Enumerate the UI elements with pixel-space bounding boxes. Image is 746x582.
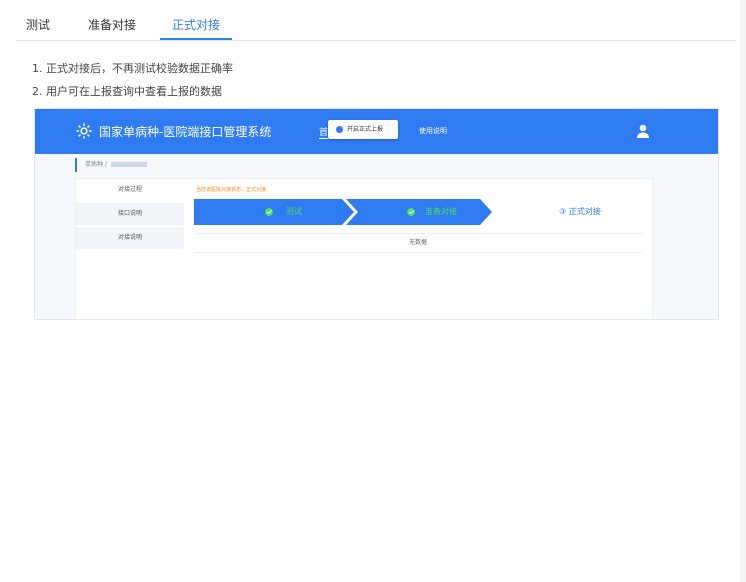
status-hint: 当前该医院对接状态：正式对接 (196, 187, 267, 193)
tab-bar: 测试 准备对接 正式对接 (16, 10, 736, 41)
check-icon (407, 208, 415, 216)
side-item-guide: 对接说明 (76, 227, 184, 249)
notes-list: 1. 正式对接后，不再测试校验数据正确率 2. 用户可在上报查询中查看上报的数据 (32, 60, 233, 106)
info-dot-icon (336, 126, 343, 133)
gear-logo-icon (76, 123, 92, 139)
nav-usage-link: 使用说明 (419, 127, 447, 135)
nav-home-link: 首 (319, 125, 329, 139)
breadcrumb-text: 单病种 / (85, 161, 107, 168)
note-item: 1. 正式对接后，不再测试校验数据正确率 (32, 62, 233, 75)
blurred-breadcrumb-text (110, 162, 147, 167)
side-item-process: 对接过程 (76, 179, 184, 201)
start-formal-report-tooltip: 开启正式上报 (328, 120, 398, 139)
app-header: 国家单病种-医院端接口管理系统 首 开启正式上报 使用说明 (35, 109, 718, 154)
tab-prepare[interactable]: 准备对接 (84, 10, 140, 40)
step-prepare-label: 准备对接 (425, 207, 457, 216)
check-icon (265, 208, 273, 216)
progress-steps: 测试 准备对接 ③ 正式对接 (194, 199, 642, 225)
tab-formal[interactable]: 正式对接 (160, 10, 232, 40)
tooltip-text: 开启正式上报 (347, 126, 384, 133)
app-title: 国家单病种-医院端接口管理系统 (99, 125, 272, 139)
user-icon (637, 124, 649, 138)
side-nav: 对接过程 接口说明 对接说明 (76, 179, 184, 319)
step-formal-label: ③ 正式对接 (559, 207, 601, 216)
breadcrumb: 单病种 / (75, 158, 147, 172)
tab-test[interactable]: 测试 (18, 10, 58, 40)
step-test-label: 测试 (286, 207, 302, 216)
no-data-text: 无数据 (194, 233, 642, 253)
side-item-api: 接口说明 (76, 203, 184, 225)
scrollbar[interactable] (740, 0, 746, 582)
embedded-screenshot: 国家单病种-医院端接口管理系统 首 开启正式上报 使用说明 单病种 / 对接过程… (34, 108, 719, 320)
content-card: 对接过程 接口说明 对接说明 当前该医院对接状态：正式对接 测试 准备对接 ③ … (75, 178, 653, 319)
note-item: 2. 用户可在上报查询中查看上报的数据 (32, 85, 222, 98)
